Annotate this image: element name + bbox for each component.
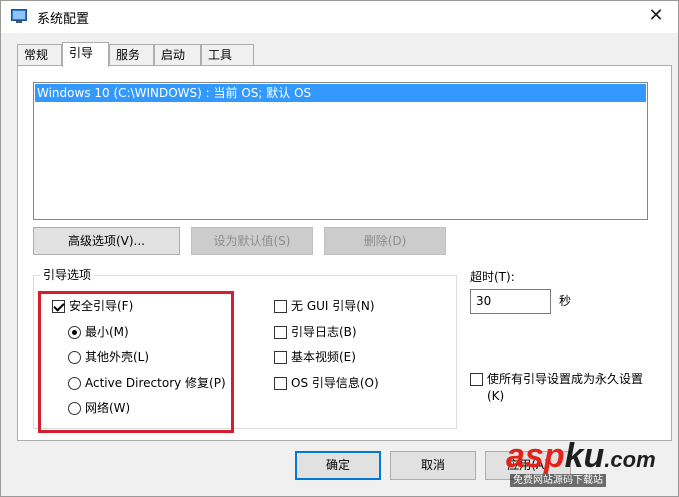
timeout-unit: 秒 bbox=[559, 294, 572, 308]
watermark-subtitle: 免费网站源码下载站 bbox=[510, 474, 606, 487]
system-config-icon bbox=[11, 9, 27, 23]
timeout-label: 超时(T): bbox=[470, 270, 515, 284]
site-watermark: aspku.com 免费网站源码下载站 bbox=[506, 436, 674, 490]
close-icon: ✕ bbox=[648, 5, 664, 26]
window-title: 系统配置 bbox=[37, 12, 90, 27]
timeout-input[interactable]: 30 bbox=[470, 289, 551, 314]
boot-log-checkbox[interactable]: 引导日志(B) bbox=[274, 324, 414, 340]
os-boot-info-checkbox[interactable]: OS 引导信息(O) bbox=[274, 375, 414, 391]
tab-services[interactable]: 服务 bbox=[109, 44, 154, 66]
checkbox-unchecked[interactable] bbox=[274, 326, 287, 339]
radio-minimal[interactable]: 最小(M) bbox=[68, 324, 168, 340]
title-bar: 系统配置 ✕ bbox=[1, 1, 678, 33]
tab-tools[interactable]: 工具 bbox=[201, 44, 254, 66]
radio-unselected[interactable] bbox=[68, 377, 81, 390]
boot-tab-panel: Windows 10 (C:\WINDOWS) : 当前 OS; 默认 OS 高… bbox=[17, 65, 672, 441]
tab-general[interactable]: 常规 bbox=[17, 44, 62, 66]
set-default-button[interactable]: 设为默认值(S) bbox=[191, 227, 313, 255]
delete-button[interactable]: 删除(D) bbox=[324, 227, 446, 255]
tab-boot[interactable]: 引导 bbox=[62, 42, 109, 67]
radio-active-directory-repair[interactable]: Active Directory 修复(P) bbox=[68, 375, 228, 391]
checkbox-unchecked[interactable] bbox=[274, 300, 287, 313]
checkbox-unchecked[interactable] bbox=[274, 351, 287, 364]
radio-selected[interactable] bbox=[68, 326, 81, 339]
make-permanent-checkbox[interactable]: 使所有引导设置成为永久设置 (K) bbox=[470, 371, 660, 405]
boot-options-legend: 引导选项 bbox=[40, 268, 95, 282]
ok-button[interactable]: 确定 bbox=[295, 451, 381, 480]
boot-entry-selected[interactable]: Windows 10 (C:\WINDOWS) : 当前 OS; 默认 OS bbox=[35, 84, 646, 102]
no-gui-boot-checkbox[interactable]: 无 GUI 引导(N) bbox=[274, 298, 414, 314]
base-video-checkbox[interactable]: 基本视频(E) bbox=[274, 349, 414, 365]
radio-unselected[interactable] bbox=[68, 351, 81, 364]
boot-os-list[interactable]: Windows 10 (C:\WINDOWS) : 当前 OS; 默认 OS bbox=[33, 82, 648, 220]
checkbox-unchecked[interactable] bbox=[274, 377, 287, 390]
radio-unselected[interactable] bbox=[68, 402, 81, 415]
advanced-options-button[interactable]: 高级选项(V)... bbox=[33, 227, 180, 255]
checkbox-unchecked[interactable] bbox=[470, 373, 483, 386]
safe-boot-checkbox[interactable]: 安全引导(F) bbox=[52, 298, 172, 314]
radio-alternate-shell[interactable]: 其他外壳(L) bbox=[68, 349, 188, 365]
cancel-button[interactable]: 取消 bbox=[390, 451, 476, 480]
close-button[interactable]: ✕ bbox=[642, 3, 670, 29]
tab-startup[interactable]: 启动 bbox=[154, 44, 201, 66]
radio-network[interactable]: 网络(W) bbox=[68, 400, 168, 416]
system-config-window: 系统配置 ✕ 常规 引导 服务 启动 工具 Windows 10 (C:\WIN… bbox=[0, 0, 679, 497]
checkbox-checked[interactable] bbox=[52, 300, 65, 313]
